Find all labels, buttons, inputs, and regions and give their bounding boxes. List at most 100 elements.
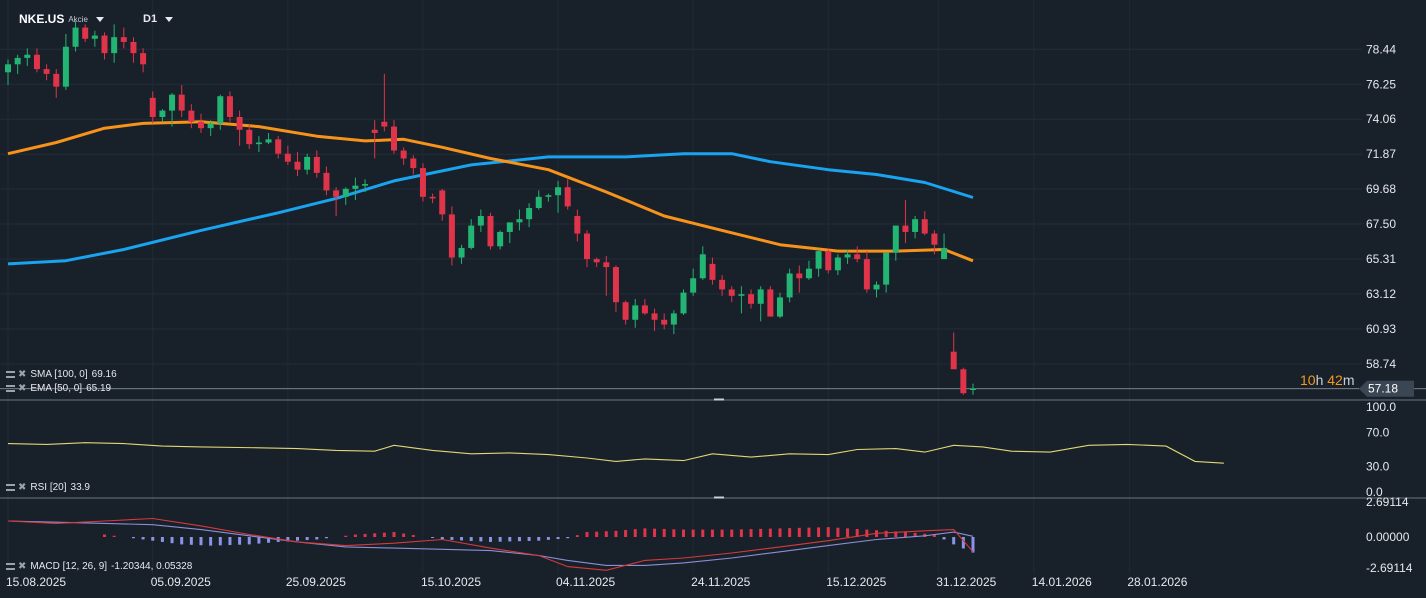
candle <box>111 24 118 63</box>
macd-histogram-bar <box>585 532 589 537</box>
candle <box>805 260 812 280</box>
price-tick-label: 78.44 <box>1366 42 1396 56</box>
macd-histogram-bar <box>431 537 435 538</box>
close-icon[interactable]: ✖ <box>18 561 26 572</box>
candle <box>950 332 957 370</box>
macd-histogram-bar <box>411 535 415 537</box>
macd-histogram-bar <box>238 537 242 545</box>
candle-body <box>863 259 870 290</box>
candle <box>101 32 108 60</box>
candle-body <box>970 388 976 391</box>
candle <box>873 281 880 298</box>
macd-histogram-bar <box>546 537 550 540</box>
price-tick-label: 71.87 <box>1366 147 1396 161</box>
macd-histogram-bar <box>489 537 492 542</box>
candle <box>709 257 716 285</box>
candle-body <box>748 294 755 304</box>
candle <box>294 152 301 177</box>
candle <box>391 120 397 154</box>
candle-body <box>323 172 330 191</box>
candle-body <box>371 129 378 133</box>
macd-histogram-bar <box>537 537 541 541</box>
macd-histogram-bar <box>846 528 850 537</box>
candle-body <box>941 247 948 260</box>
candle-body <box>14 57 21 65</box>
settings-icon[interactable] <box>6 370 15 378</box>
candle-body <box>786 273 793 298</box>
candle <box>699 246 706 280</box>
candle <box>53 69 60 98</box>
candle <box>120 27 127 49</box>
macd-histogram-bar <box>903 532 907 537</box>
price-tick-label: 60.93 <box>1366 322 1396 336</box>
candle <box>159 109 166 122</box>
candle-countdown: 10h 42m <box>1300 372 1355 388</box>
rsi-indicator-legend[interactable]: ✖ RSI [20] 33.9 <box>6 481 90 493</box>
symbol-selector[interactable]: NKE.US Akcie <box>19 11 104 27</box>
chart-canvas[interactable]: 78.44 76.25 74.06 71.87 69.68 67.50 65.31 63.12… <box>0 0 1426 598</box>
macd-histogram-bar <box>247 537 251 545</box>
candle-body <box>91 35 98 39</box>
candle <box>284 145 291 165</box>
macd-histogram-bar <box>103 534 106 537</box>
macd-histogram-bar <box>228 537 232 546</box>
macd-histogram-bar <box>710 529 714 537</box>
candle-body <box>815 251 822 269</box>
candle <box>43 64 50 81</box>
pane-resize-handle <box>714 398 724 401</box>
candle <box>188 104 195 129</box>
candle <box>506 222 513 244</box>
macd-histogram-bar <box>807 527 811 537</box>
candle-body <box>130 41 137 54</box>
macd-histogram-bar <box>682 529 685 537</box>
candle-body <box>400 150 407 159</box>
candle-body <box>448 214 455 258</box>
settings-icon[interactable] <box>6 483 15 491</box>
candle <box>670 310 677 335</box>
macd-histogram-bar <box>952 537 956 545</box>
macd-histogram-bar <box>517 537 521 542</box>
macd-histogram-bar <box>131 537 135 539</box>
candle <box>458 244 465 264</box>
timeframe-label: D1 <box>143 13 158 25</box>
candle <box>62 33 69 90</box>
macd-histogram-bar <box>382 532 386 537</box>
macd-indicator-legend[interactable]: ✖ MACD [12, 26, 9] -1.20344, 0.05328 <box>6 560 192 572</box>
candle <box>748 289 755 309</box>
candle <box>941 233 948 260</box>
candle <box>796 265 803 293</box>
macd-tick-label: -2.69114 <box>1366 561 1413 575</box>
candle <box>535 190 542 210</box>
candle <box>304 153 311 175</box>
ema-value: 65.19 <box>86 382 112 394</box>
sma-indicator-legend[interactable]: ✖ SMA [100, 0] 69.16 <box>6 368 117 380</box>
macd-histogram-bar <box>884 530 888 537</box>
candle-body <box>458 247 465 258</box>
rsi-tick-label: 30.0 <box>1366 460 1390 474</box>
candle <box>516 209 523 231</box>
candle-body <box>593 259 600 263</box>
candle-body <box>304 156 311 170</box>
close-icon[interactable]: ✖ <box>18 369 26 380</box>
time-tick-label: 24.11.2025 <box>691 575 750 589</box>
macd-histogram-bar <box>942 537 946 540</box>
time-tick-label: 05.09.2025 <box>151 575 211 589</box>
ema-indicator-legend[interactable]: ✖ EMA [50, 0] 65.19 <box>6 382 111 394</box>
candle-body <box>226 96 233 117</box>
settings-icon[interactable] <box>6 384 15 392</box>
rsi-label: RSI [20] <box>30 481 67 493</box>
close-icon[interactable]: ✖ <box>18 482 26 493</box>
macd-histogram-bar <box>739 529 743 537</box>
macd-values: -1.20344, 0.05328 <box>111 560 193 572</box>
timeframe-selector[interactable]: D1 <box>143 11 174 27</box>
settings-icon[interactable] <box>6 562 15 570</box>
candle <box>333 187 340 216</box>
candle-body <box>728 289 735 296</box>
candle <box>892 225 899 261</box>
candle-body <box>207 123 214 129</box>
macd-histogram-bar <box>460 537 464 541</box>
candle <box>632 299 639 328</box>
macd-histogram-bar <box>566 537 570 539</box>
close-icon[interactable]: ✖ <box>18 383 26 394</box>
sma-value: 69.16 <box>91 368 117 380</box>
